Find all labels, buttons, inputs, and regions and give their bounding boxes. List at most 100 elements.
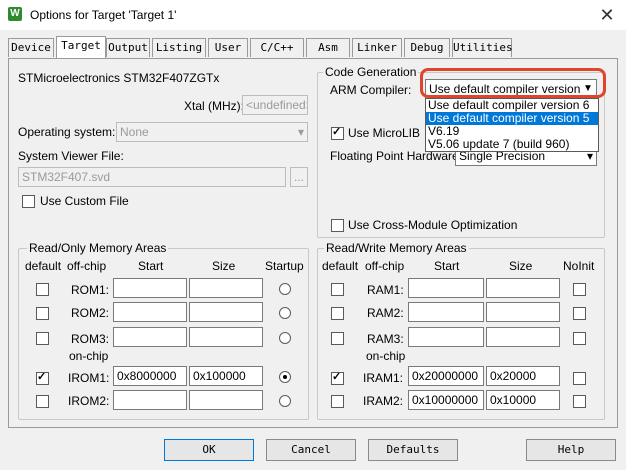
tab-listing[interactable]: Listing [152,38,206,57]
rw-header-size: Size [509,259,533,273]
ram1-start-field[interactable] [408,278,484,298]
svf-label: System Viewer File: [18,149,124,163]
ro-header-startup: Startup [265,259,304,273]
rom2-startup-radio[interactable] [279,307,291,319]
rom2-default-checkbox[interactable] [36,307,49,320]
irom1-default-checkbox[interactable] [36,370,49,385]
iram2-noinit-checkbox[interactable] [573,395,586,408]
irom2-default-checkbox[interactable] [36,395,49,408]
irom1-label: IROM1: [68,371,110,385]
ro-header-size: Size [212,259,236,273]
ro-memory-label: Read/Only Memory Areas [27,241,169,255]
compiler-option[interactable]: V5.06 update 7 (build 960) [426,138,598,151]
tab-user[interactable]: User [208,38,248,57]
use-microlib-label: Use MicroLIB [348,126,421,140]
irom2-size-field[interactable] [189,390,263,410]
tab-linker[interactable]: Linker [352,38,402,57]
defaults-button[interactable]: Defaults [368,439,458,461]
use-custom-file-label: Use Custom File [40,194,129,208]
iram2-size-field[interactable]: 0x10000 [486,390,560,410]
irom2-label: IROM2: [68,394,110,408]
rw-header-default: default [322,259,359,273]
ram2-label: RAM2: [367,306,404,320]
app-icon: W [8,7,22,21]
rom1-startup-radio[interactable] [279,283,291,295]
os-value: None [120,125,149,139]
ram1-size-field[interactable] [486,278,560,298]
tab-target[interactable]: Target [56,36,106,58]
iram1-start-field[interactable]: 0x20000000 [408,366,484,386]
ram1-default-checkbox[interactable] [331,283,344,296]
tab-asm[interactable]: Asm [306,38,350,57]
cancel-button[interactable]: Cancel [266,439,356,461]
xtal-field[interactable]: <undefined> [242,95,308,115]
ram1-label: RAM1: [367,283,404,297]
cross-module-checkbox[interactable] [331,219,344,232]
tab-utilities[interactable]: Utilities [452,38,513,57]
ram2-start-field[interactable] [408,302,484,322]
rom2-label: ROM2: [71,306,110,320]
rw-header-noinit: NoInit [563,259,595,273]
rom1-size-field[interactable] [189,278,263,298]
svf-browse-button[interactable]: ... [290,167,308,187]
ram1-noinit-checkbox[interactable] [573,283,586,296]
ram3-label: RAM3: [367,332,404,346]
ram2-size-field[interactable] [486,302,560,322]
irom1-start-field[interactable]: 0x8000000 [113,366,187,386]
help-button[interactable]: Help [526,439,616,461]
ram3-start-field[interactable] [408,327,484,347]
ram3-size-field[interactable] [486,327,560,347]
rom1-label: ROM1: [71,283,110,297]
irom2-start-field[interactable] [113,390,187,410]
os-select[interactable]: None ▾ [116,122,308,142]
chevron-down-icon: ▾ [297,125,304,139]
rom3-label: ROM3: [71,332,110,346]
close-icon[interactable]: ✕ [594,3,620,27]
rom1-default-checkbox[interactable] [36,283,49,296]
iram2-label: IRAM2: [363,394,404,408]
rw-onchip-label: on-chip [366,349,406,363]
rom2-size-field[interactable] [189,302,263,322]
rom3-start-field[interactable] [113,327,187,347]
ro-header-start: Start [138,259,164,273]
tab-debug[interactable]: Debug [404,38,450,57]
ro-onchip-label: on-chip [69,349,109,363]
rw-header-offchip: off-chip [365,259,405,273]
ram2-default-checkbox[interactable] [331,307,344,320]
tab-device[interactable]: Device [8,38,54,57]
code-generation-label: Code Generation [323,65,419,79]
highlight-ring [420,68,606,98]
window-title: Options for Target 'Target 1' [30,8,177,22]
cross-module-label: Use Cross-Module Optimization [348,218,518,232]
irom2-startup-radio[interactable] [279,395,291,407]
ro-header-offchip: off-chip [67,259,107,273]
rom3-size-field[interactable] [189,327,263,347]
ram3-default-checkbox[interactable] [331,332,344,345]
iram2-start-field[interactable]: 0x10000000 [408,390,484,410]
irom1-startup-radio[interactable] [279,371,291,383]
title-bar: W Options for Target 'Target 1' ✕ [0,0,626,30]
rom3-default-checkbox[interactable] [36,332,49,345]
rw-header-start: Start [434,259,460,273]
rw-memory-label: Read/Write Memory Areas [324,241,469,255]
rom2-start-field[interactable] [113,302,187,322]
ro-header-default: default [25,259,62,273]
iram1-label: IRAM1: [363,371,404,385]
use-microlib-checkbox[interactable] [331,125,344,140]
xtal-label: Xtal (MHz): [184,99,244,113]
ok-button[interactable]: OK [164,439,254,461]
ram3-noinit-checkbox[interactable] [573,332,586,345]
iram2-default-checkbox[interactable] [331,395,344,408]
tab-cc[interactable]: C/C++ [250,38,304,57]
tab-output[interactable]: Output [106,38,150,57]
iram1-noinit-checkbox[interactable] [573,372,586,385]
iram1-default-checkbox[interactable] [331,370,344,385]
rom3-startup-radio[interactable] [279,332,291,344]
svf-field[interactable]: STM32F407.svd [18,167,286,187]
ram2-noinit-checkbox[interactable] [573,307,586,320]
iram1-size-field[interactable]: 0x20000 [486,366,560,386]
os-label: Operating system: [18,125,116,139]
irom1-size-field[interactable]: 0x100000 [189,366,263,386]
rom1-start-field[interactable] [113,278,187,298]
use-custom-file-checkbox[interactable] [22,195,35,208]
